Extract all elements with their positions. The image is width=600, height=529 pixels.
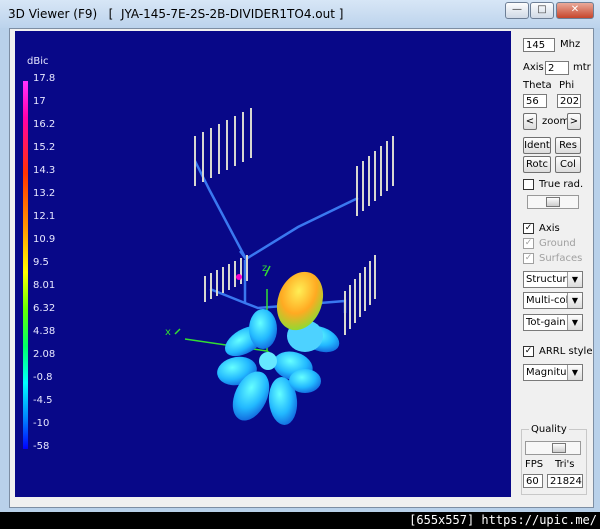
chevron-down-icon: ▼ bbox=[567, 315, 582, 330]
col-button[interactable]: Col bbox=[555, 156, 581, 173]
ident-button[interactable]: Ident bbox=[523, 137, 551, 154]
quality-label: Quality bbox=[529, 424, 569, 435]
gain-dropdown-value: Tot-gain bbox=[526, 317, 566, 328]
quality-slider-thumb[interactable] bbox=[552, 443, 566, 453]
close-button[interactable]: ✕ bbox=[556, 2, 594, 19]
antenna-scene: x z bbox=[165, 108, 394, 425]
maximize-button[interactable]: □ bbox=[530, 2, 554, 19]
axis-z-marker: z bbox=[262, 263, 267, 274]
theta-input[interactable]: 56 bbox=[523, 94, 547, 108]
phi-label: Phi bbox=[559, 80, 575, 91]
control-panel: 145 Mhz Axis 2 mtr Theta Phi 56 202 < zo… bbox=[521, 31, 600, 497]
axis-size-label: Axis bbox=[523, 62, 544, 73]
fps-label: FPS bbox=[525, 459, 544, 470]
true-rad-checkbox[interactable] bbox=[523, 179, 534, 190]
radiation-pattern bbox=[217, 271, 340, 425]
image-host-footer: [655x557] https://upic.me/ bbox=[406, 512, 600, 529]
res-button[interactable]: Res bbox=[555, 137, 581, 154]
frequency-input[interactable]: 145 bbox=[523, 38, 555, 52]
tris-label: Tri's bbox=[555, 459, 575, 470]
chevron-down-icon: ▼ bbox=[567, 365, 582, 380]
color-mode-dropdown[interactable]: Multi-colo ▼ bbox=[523, 292, 583, 309]
magnitude-dropdown[interactable]: Magnitud ▼ bbox=[523, 364, 583, 381]
axis-size-unit: mtr bbox=[573, 62, 591, 73]
ground-checkbox[interactable]: ✓ bbox=[523, 238, 534, 249]
client-area: dBic 17.8 17 16.2 15.2 14.3 13.2 12.1 10.9 9.5 8.… bbox=[9, 28, 594, 508]
feed-structure bbox=[193, 160, 359, 313]
axis-x-marker: x bbox=[165, 327, 171, 338]
window-title: 3D Viewer (F9) [ JYA-145-7E-2S-2B-DIVIDE… bbox=[8, 7, 344, 21]
arrl-style-checkbox[interactable]: ✓ bbox=[523, 346, 534, 357]
title-bar[interactable]: 3D Viewer (F9) [ JYA-145-7E-2S-2B-DIVIDE… bbox=[0, 0, 600, 28]
true-rad-slider[interactable] bbox=[527, 195, 579, 209]
quality-slider[interactable] bbox=[525, 441, 581, 455]
frequency-unit: Mhz bbox=[560, 39, 581, 50]
zoom-out-button[interactable]: < bbox=[523, 113, 537, 130]
axis-checkbox-label: Axis bbox=[539, 223, 560, 234]
structure-dropdown-value: Structure bbox=[526, 274, 573, 285]
phi-input[interactable]: 202 bbox=[557, 94, 581, 108]
zoom-label: zoom bbox=[542, 116, 570, 127]
chevron-down-icon: ▼ bbox=[567, 272, 582, 287]
zoom-in-button[interactable]: > bbox=[567, 113, 581, 130]
magnitude-dropdown-value: Magnitud bbox=[526, 367, 573, 378]
arrl-style-label: ARRL style bbox=[539, 346, 593, 357]
source-marker bbox=[236, 274, 242, 280]
fps-value: 60 bbox=[523, 474, 543, 488]
slider-thumb[interactable] bbox=[546, 197, 560, 207]
axis-size-input[interactable]: 2 bbox=[545, 61, 569, 75]
theta-label: Theta bbox=[523, 80, 552, 91]
rotc-button[interactable]: Rotc bbox=[523, 156, 551, 173]
surfaces-checkbox[interactable]: ✓ bbox=[523, 253, 534, 264]
tris-value: 21824 bbox=[547, 474, 583, 488]
true-rad-label: True rad. bbox=[539, 179, 584, 190]
ground-checkbox-label: Ground bbox=[539, 238, 576, 249]
minimize-button[interactable]: — bbox=[505, 2, 529, 19]
chevron-down-icon: ▼ bbox=[567, 293, 582, 308]
surfaces-checkbox-label: Surfaces bbox=[539, 253, 583, 264]
axis-checkbox[interactable]: ✓ bbox=[523, 223, 534, 234]
viewer-window: 3D Viewer (F9) [ JYA-145-7E-2S-2B-DIVIDE… bbox=[0, 0, 600, 512]
3d-viewport[interactable]: dBic 17.8 17 16.2 15.2 14.3 13.2 12.1 10.9 9.5 8.… bbox=[15, 31, 511, 497]
structure-dropdown[interactable]: Structure ▼ bbox=[523, 271, 583, 288]
gain-dropdown[interactable]: Tot-gain ▼ bbox=[523, 314, 583, 331]
